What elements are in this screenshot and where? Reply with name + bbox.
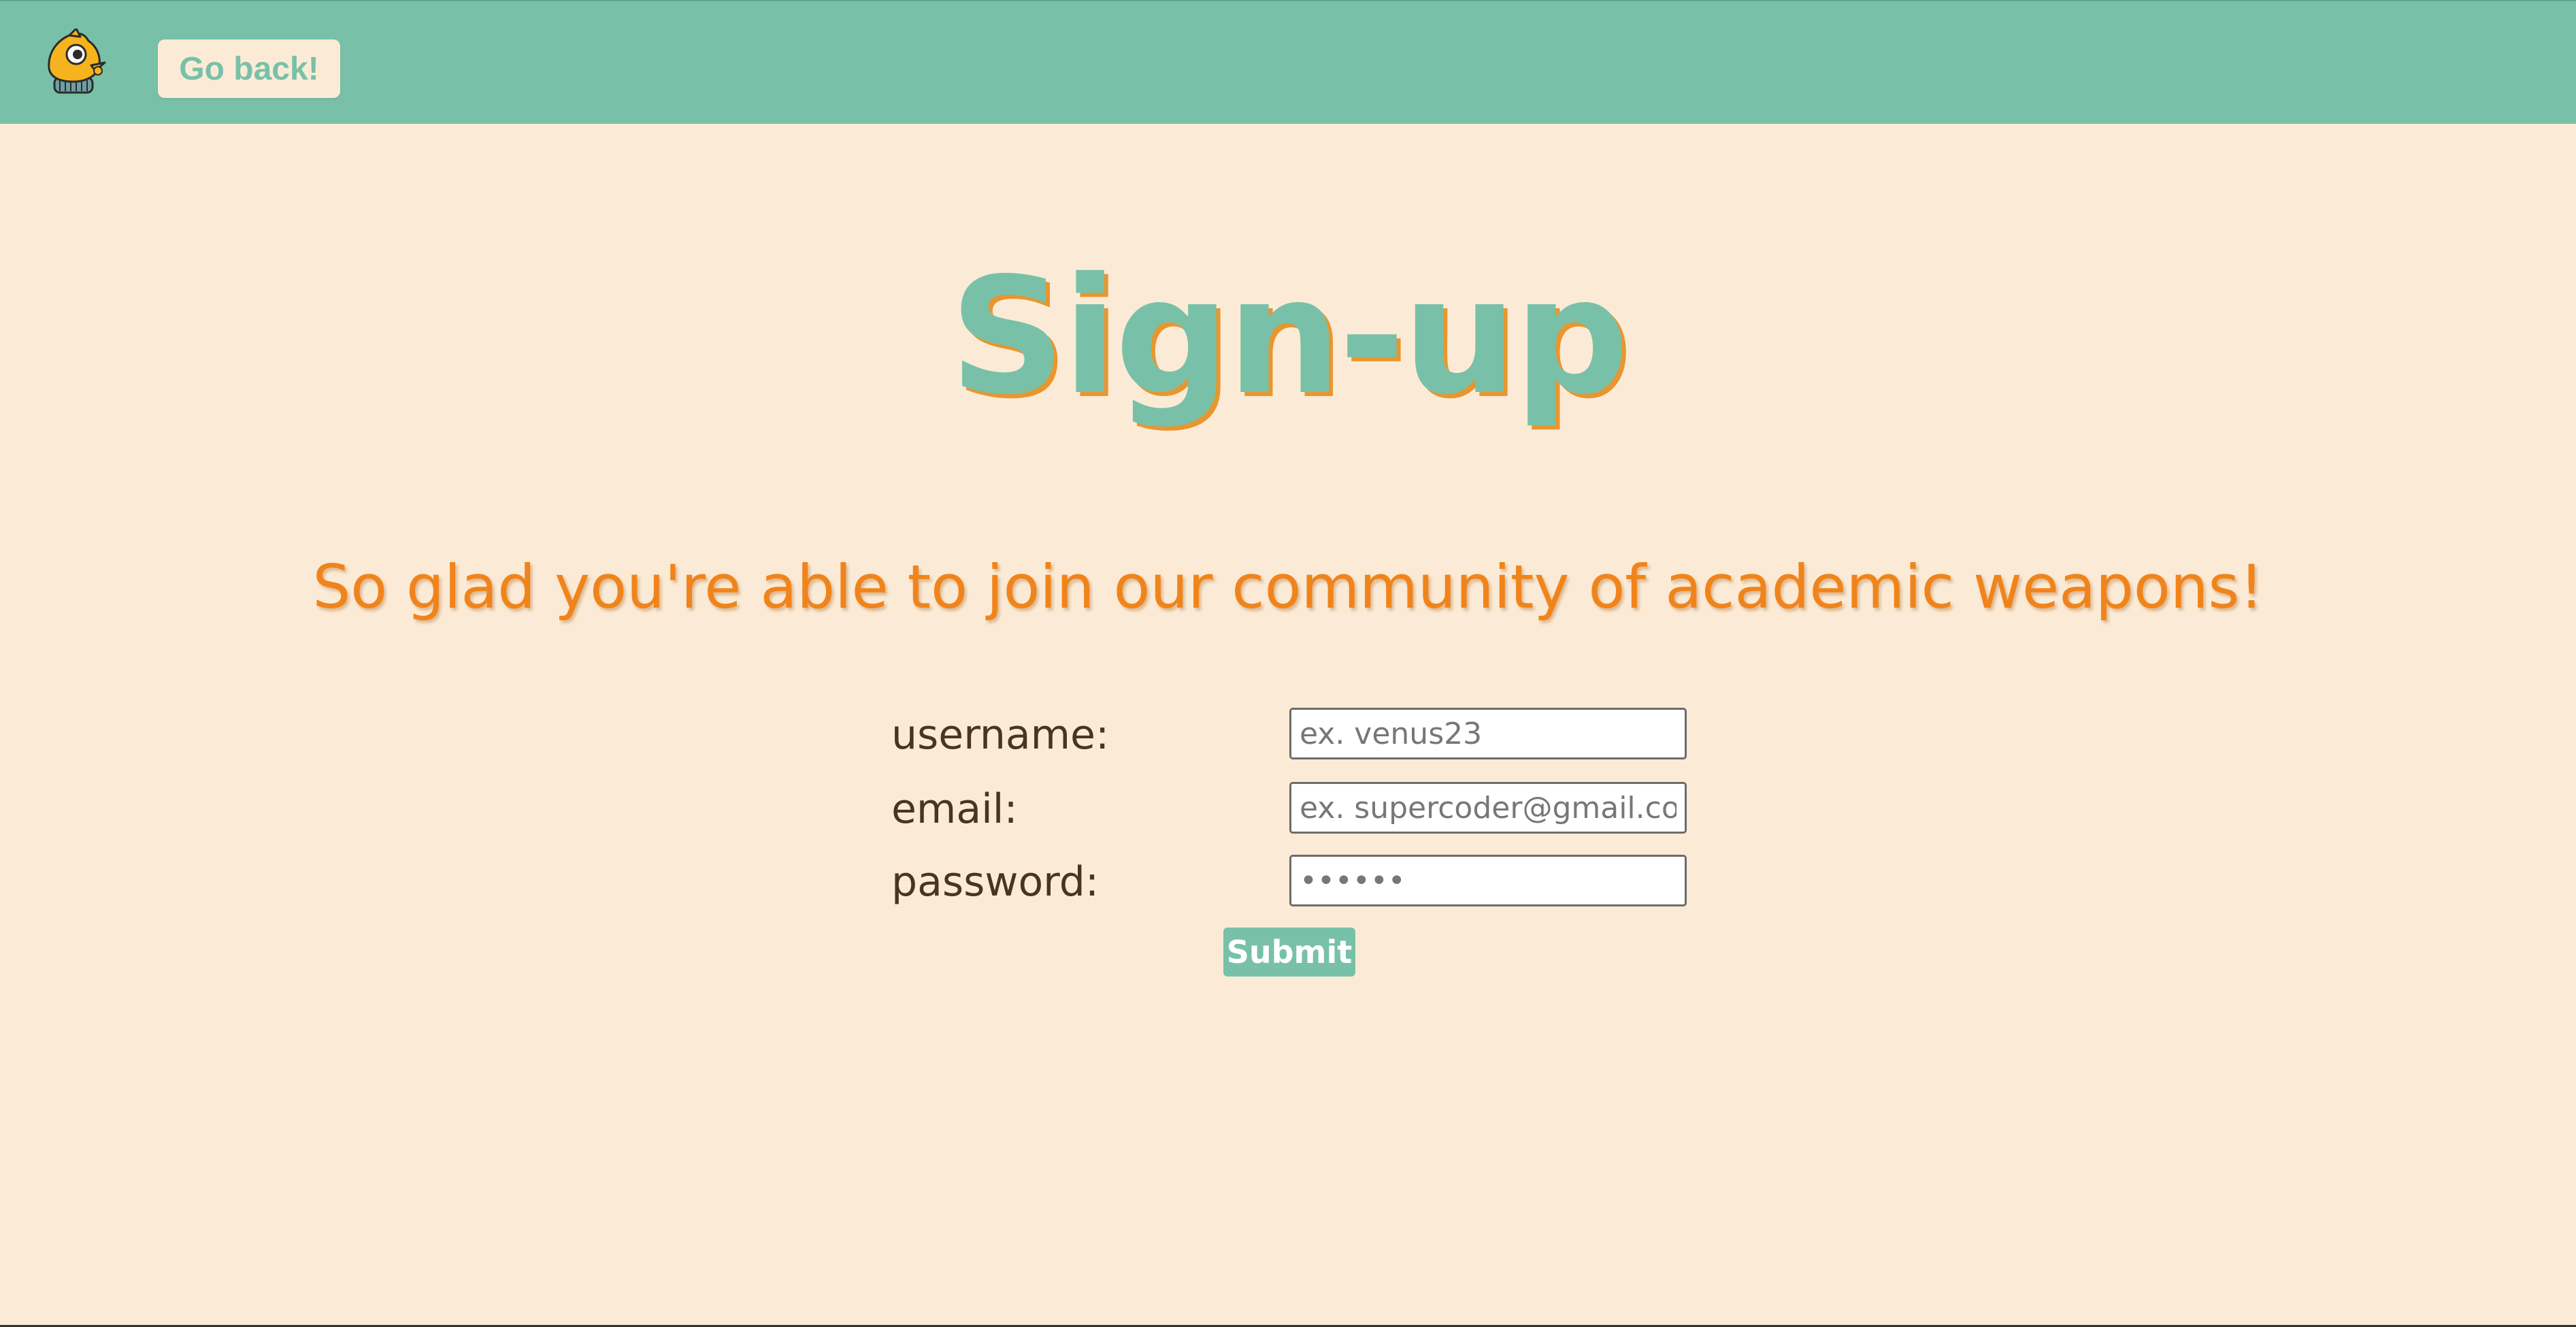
top-navigation-bar: Go back! (0, 0, 2576, 124)
email-label: email: (891, 785, 1018, 833)
page-subtitle: So glad you're able to join our communit… (312, 552, 2264, 622)
username-label: username: (891, 711, 1110, 759)
page-title: Sign-up (949, 243, 1630, 430)
password-label: password: (891, 858, 1100, 906)
go-back-button[interactable]: Go back! (158, 39, 340, 98)
fish-mascot-logo-icon[interactable] (42, 29, 110, 99)
username-input[interactable] (1289, 708, 1687, 759)
password-input[interactable] (1289, 855, 1687, 906)
email-input[interactable] (1289, 782, 1687, 834)
submit-button[interactable]: Submit (1223, 928, 1355, 977)
